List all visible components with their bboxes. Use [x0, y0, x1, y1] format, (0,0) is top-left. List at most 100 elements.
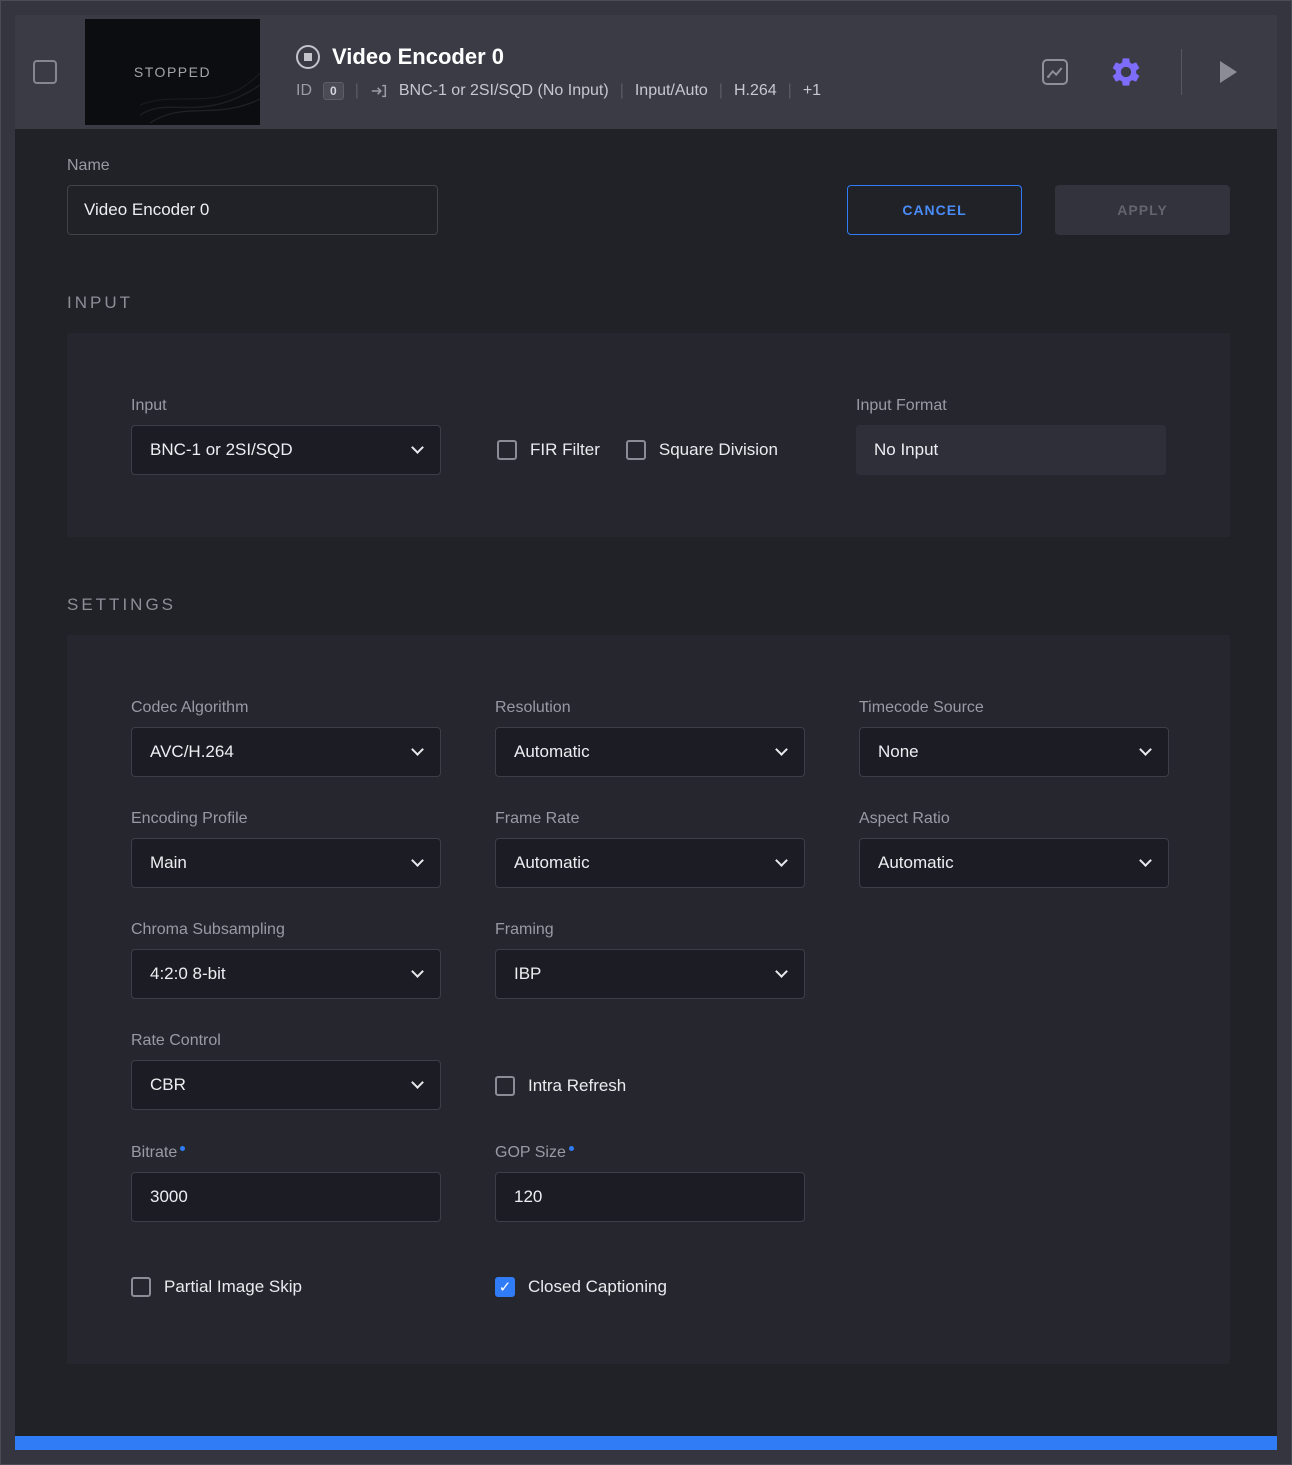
partial-image-skip-cell: Partial Image Skip	[131, 1277, 441, 1302]
required-indicator	[180, 1146, 185, 1151]
intra-refresh-cell: Intra Refresh	[495, 1032, 805, 1111]
input-format-block: Input Format No Input	[856, 397, 1166, 475]
name-label: Name	[67, 157, 438, 175]
input-row: Input BNC-1 or 2SI/SQD FIR Filter	[131, 397, 1166, 475]
settings-panel: Codec Algorithm AVC/H.264 Resolution Aut…	[67, 635, 1230, 1364]
chevron-down-icon	[775, 854, 788, 867]
aspect-ratio-select[interactable]: Automatic	[859, 838, 1169, 888]
settings-checkbox-row: Partial Image Skip Closed Captioning	[131, 1277, 1166, 1302]
separator: |	[788, 82, 792, 100]
gop-size-input[interactable]	[495, 1172, 805, 1222]
input-select-block: Input BNC-1 or 2SI/SQD	[131, 397, 441, 475]
grid-spacer	[859, 1032, 1169, 1111]
chevron-down-icon	[411, 441, 424, 454]
chevron-down-icon	[411, 743, 424, 756]
chevron-down-icon	[1139, 743, 1152, 756]
select-encoder-checkbox[interactable]	[33, 60, 57, 84]
bitrate-field: Bitrate	[131, 1144, 441, 1222]
meta-more-count: +1	[803, 82, 821, 100]
header-main: Video Encoder 0 ID 0 | BNC-1 or 2SI/SQD …	[296, 44, 821, 100]
input-select-label: Input	[131, 397, 441, 415]
chevron-down-icon	[411, 1076, 424, 1089]
chevron-down-icon	[775, 965, 788, 978]
header-actions	[1039, 49, 1237, 95]
play-icon[interactable]	[1220, 61, 1237, 83]
required-indicator	[569, 1146, 574, 1151]
partial-image-skip-checkbox[interactable]: Partial Image Skip	[131, 1277, 302, 1297]
gear-icon[interactable]	[1109, 55, 1143, 89]
input-summary: BNC-1 or 2SI/SQD (No Input)	[399, 82, 609, 100]
encoding-profile-field: Encoding Profile Main	[131, 810, 441, 888]
preview-thumbnail: STOPPED	[85, 19, 260, 125]
id-label: ID	[296, 82, 312, 100]
checkbox-box	[495, 1277, 515, 1297]
rate-control-select[interactable]: CBR	[131, 1060, 441, 1110]
encoder-window: STOPPED Video Encoder 0 ID 0 |	[15, 15, 1277, 1450]
input-select[interactable]: BNC-1 or 2SI/SQD	[131, 425, 441, 475]
name-field-block: Name	[67, 157, 438, 235]
meta-codec: H.264	[734, 82, 777, 100]
frame-rate-field: Frame Rate Automatic	[495, 810, 805, 888]
encoding-profile-select[interactable]: Main	[131, 838, 441, 888]
framing-field: Framing IBP	[495, 921, 805, 999]
intra-refresh-checkbox[interactable]: Intra Refresh	[495, 1076, 626, 1096]
grid-spacer	[859, 1144, 1169, 1222]
apply-button[interactable]: APPLY	[1055, 185, 1230, 235]
closed-captioning-cell: Closed Captioning	[495, 1277, 805, 1302]
gop-size-field: GOP Size	[495, 1144, 805, 1222]
encoder-config-main: Name CANCEL APPLY INPUT Input BNC-1 or 2…	[15, 129, 1277, 1436]
separator: |	[620, 82, 624, 100]
name-input[interactable]	[67, 185, 438, 235]
resolution-field: Resolution Automatic	[495, 699, 805, 777]
frame-rate-select[interactable]: Automatic	[495, 838, 805, 888]
chevron-down-icon	[411, 965, 424, 978]
separator: |	[355, 82, 359, 100]
settings-section-heading: SETTINGS	[67, 595, 1230, 615]
grid-spacer	[859, 921, 1169, 999]
settings-grid: Codec Algorithm AVC/H.264 Resolution Aut…	[131, 699, 1166, 1222]
status-badge: STOPPED	[134, 64, 211, 80]
input-section-heading: INPUT	[67, 293, 1230, 313]
form-actions: CANCEL APPLY	[847, 185, 1230, 235]
stop-icon	[296, 45, 320, 69]
aspect-ratio-field: Aspect Ratio Automatic	[859, 810, 1169, 888]
separator: |	[719, 82, 723, 100]
rate-control-field: Rate Control CBR	[131, 1032, 441, 1111]
encoder-meta-row: ID 0 | BNC-1 or 2SI/SQD (No Input) | Inp…	[296, 82, 821, 100]
timecode-source-field: Timecode Source None	[859, 699, 1169, 777]
cancel-button[interactable]: CANCEL	[847, 185, 1022, 235]
checkbox-box	[131, 1277, 151, 1297]
input-source-icon	[370, 82, 388, 100]
input-panel: Input BNC-1 or 2SI/SQD FIR Filter	[67, 333, 1230, 537]
checkbox-box	[497, 440, 517, 460]
timecode-source-select[interactable]: None	[859, 727, 1169, 777]
encoder-header: STOPPED Video Encoder 0 ID 0 |	[15, 15, 1277, 129]
square-division-checkbox[interactable]: Square Division	[626, 440, 778, 460]
chevron-down-icon	[411, 854, 424, 867]
closed-captioning-checkbox[interactable]: Closed Captioning	[495, 1277, 667, 1297]
input-checkboxes: FIR Filter Square Division	[497, 425, 778, 475]
name-row: Name CANCEL APPLY	[67, 157, 1230, 235]
app-frame: STOPPED Video Encoder 0 ID 0 |	[0, 0, 1292, 1465]
grid-spacer	[859, 1277, 1169, 1302]
checkbox-box	[626, 440, 646, 460]
page-title: Video Encoder 0	[332, 44, 504, 70]
header-divider	[1181, 49, 1182, 95]
resolution-select[interactable]: Automatic	[495, 727, 805, 777]
fir-filter-checkbox[interactable]: FIR Filter	[497, 440, 600, 460]
status-progress-bar	[15, 1436, 1277, 1450]
bitrate-input[interactable]	[131, 1172, 441, 1222]
codec-algorithm-field: Codec Algorithm AVC/H.264	[131, 699, 441, 777]
id-badge: 0	[323, 82, 344, 100]
meta-scaling-mode: Input/Auto	[635, 82, 708, 100]
input-format-label: Input Format	[856, 397, 1166, 415]
chroma-subsampling-select[interactable]: 4:2:0 8-bit	[131, 949, 441, 999]
chart-icon[interactable]	[1039, 56, 1071, 88]
title-row: Video Encoder 0	[296, 44, 821, 70]
chevron-down-icon	[775, 743, 788, 756]
framing-select[interactable]: IBP	[495, 949, 805, 999]
chroma-subsampling-field: Chroma Subsampling 4:2:0 8-bit	[131, 921, 441, 999]
chevron-down-icon	[1139, 854, 1152, 867]
checkbox-box	[495, 1076, 515, 1096]
codec-algorithm-select[interactable]: AVC/H.264	[131, 727, 441, 777]
